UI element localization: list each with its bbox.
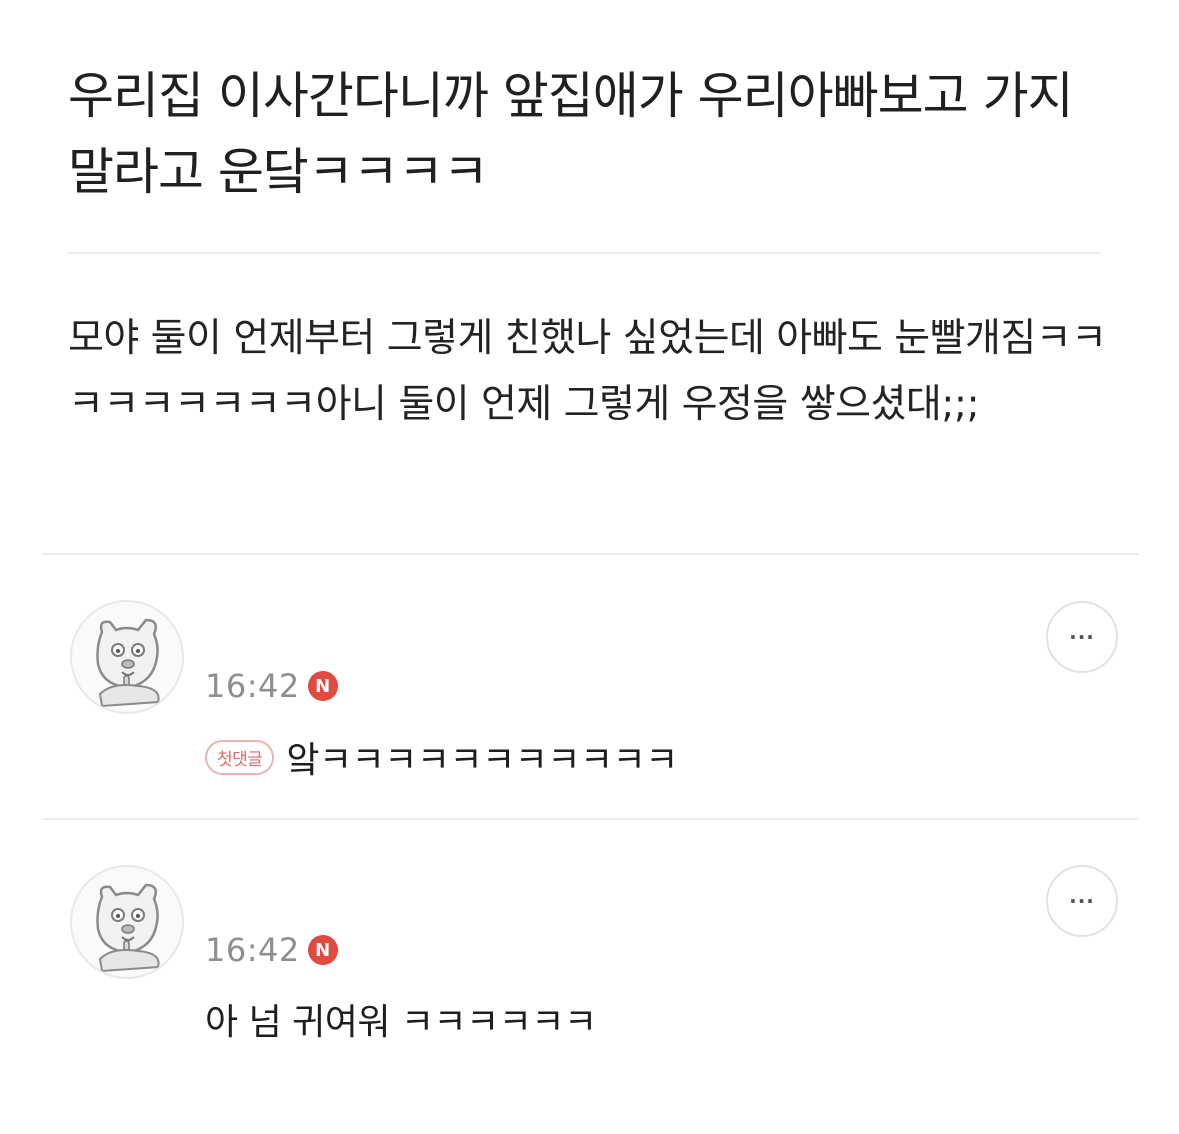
more-options-button[interactable]: ··· xyxy=(1046,601,1118,673)
post-title: 우리집 이사간다니까 앞집애가 우리아빠보고 가지말라고 운닼ㅋㅋㅋㅋ xyxy=(68,67,1074,201)
comment-meta: 16:42 N xyxy=(205,931,338,969)
comments-divider xyxy=(42,553,1138,555)
comment-item: 16:42 N 아 넘 귀여워 ㅋㅋㅋㅋㅋㅋ ··· xyxy=(0,865,1179,1115)
new-badge: N xyxy=(307,671,338,701)
comment-item: 16:42 N 첫댓글 앜ㅋㅋㅋㅋㅋㅋㅋㅋㅋㅋㅋ ··· xyxy=(0,600,1179,850)
comment-content: 아 넘 귀여워 ㅋㅋㅋㅋㅋㅋ xyxy=(205,993,597,1045)
comments-divider xyxy=(42,818,1138,820)
avatar[interactable] xyxy=(70,865,184,979)
post-body: 모야 둘이 언제부터 그렇게 친했나 싶었는데 아빠도 눈빨개짐ㅋㅋㅋㅋㅋㅋㅋㅋ… xyxy=(68,316,1107,427)
dog-character-icon xyxy=(96,618,160,708)
comment-time: 16:42 xyxy=(205,931,300,969)
comment-text: 아 넘 귀여워 ㅋㅋㅋㅋㅋㅋ xyxy=(205,1002,597,1043)
first-comment-badge: 첫댓글 xyxy=(205,739,275,775)
avatar[interactable] xyxy=(70,600,184,714)
comment-meta: 16:42 N xyxy=(205,667,338,705)
comment-content: 첫댓글 앜ㅋㅋㅋㅋㅋㅋㅋㅋㅋㅋㅋ xyxy=(205,731,678,783)
new-badge: N xyxy=(307,935,338,965)
title-divider xyxy=(68,252,1100,254)
dog-character-icon xyxy=(96,883,160,973)
comment-time: 16:42 xyxy=(205,667,300,705)
comment-text: 앜ㅋㅋㅋㅋㅋㅋㅋㅋㅋㅋㅋ xyxy=(286,740,678,781)
more-options-button[interactable]: ··· xyxy=(1046,865,1118,937)
